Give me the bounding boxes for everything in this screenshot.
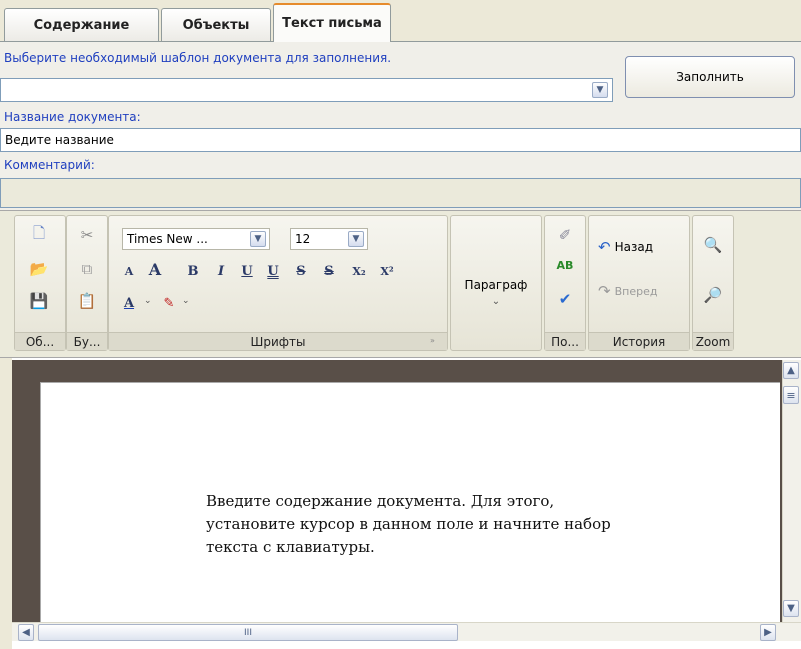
eraser-icon[interactable]: ✐ (554, 224, 576, 246)
scroll-up-icon[interactable]: ▲ (783, 362, 799, 379)
paragraph-label: Параграф (464, 278, 528, 292)
editor-left-margin (0, 358, 12, 649)
underline-icon[interactable]: U (236, 260, 258, 282)
group-label: По... (545, 332, 585, 350)
chevron-down-icon[interactable]: ⌄ (182, 296, 190, 306)
ribbon-group-paragraph[interactable]: Параграф ⌄ (450, 215, 542, 351)
save-icon[interactable]: 💾 (28, 290, 50, 312)
cut-icon[interactable]: ✂ (76, 224, 98, 246)
zoom-out-icon[interactable]: 🔍 (702, 234, 724, 256)
template-label: Выберите необходимый шаблон документа дл… (4, 51, 392, 65)
superscript-icon[interactable]: X² (376, 260, 398, 282)
chevron-down-icon[interactable]: ⌄ (144, 296, 152, 306)
tab-contents[interactable]: Содержание (4, 8, 159, 41)
group-label: Бу... (67, 332, 107, 350)
undo-button[interactable]: ↶ Назад (598, 238, 653, 256)
bold-icon[interactable]: B (182, 260, 204, 282)
tab-label: Текст письма (282, 16, 382, 31)
scroll-thumb[interactable]: III (38, 624, 458, 641)
group-label: Шрифты (109, 332, 447, 350)
double-strikethrough-icon[interactable]: S (318, 260, 340, 282)
template-select[interactable] (0, 78, 613, 102)
scroll-grip: III (244, 627, 252, 638)
text-line: Введите содержание документа. Для этого, (206, 492, 555, 510)
copy-icon[interactable]: ⧉ (76, 258, 98, 280)
chevron-down-icon[interactable]: ▼ (592, 82, 608, 98)
undo-icon: ↶ (598, 238, 611, 256)
comment-field[interactable] (0, 178, 801, 208)
chevron-down-icon: ⌄ (491, 296, 501, 307)
doc-name-field[interactable]: Ведите название (0, 128, 801, 152)
font-name-value: Times New ... (127, 232, 208, 246)
text-line: текста с клавиатуры. (206, 538, 375, 556)
font-name-select[interactable]: Times New ... (122, 228, 270, 250)
doc-name-value: Ведите название (5, 133, 114, 147)
group-label: Об... (15, 332, 65, 350)
text-line: установите курсор в данном поле и начнит… (206, 515, 611, 533)
font-shrink-icon[interactable]: A (118, 260, 140, 282)
chevron-down-icon[interactable]: ▼ (250, 231, 266, 247)
undo-label: Назад (614, 240, 653, 254)
scroll-left-icon[interactable]: ◀ (18, 624, 34, 641)
spellcheck-icon[interactable]: ✔ (554, 288, 576, 310)
redo-icon: ↷ (598, 282, 611, 300)
chevron-down-icon[interactable]: ▼ (348, 231, 364, 247)
fill-button-label: Заполнить (676, 70, 744, 84)
group-label: История (589, 332, 689, 350)
replace-icon[interactable]: AB (554, 254, 576, 276)
double-underline-icon[interactable]: U (262, 260, 284, 282)
redo-button[interactable]: ↷ Вперед (598, 282, 657, 300)
fill-button[interactable]: Заполнить (625, 56, 795, 98)
new-document-icon[interactable]: 🗋 (28, 224, 50, 246)
tab-letter-text[interactable]: Текст письма (273, 3, 391, 42)
doc-name-label: Название документа: (4, 110, 141, 124)
tab-label: Содержание (33, 17, 130, 33)
group-label: Zoom (693, 332, 733, 350)
font-grow-icon[interactable]: A (144, 258, 166, 280)
font-color-icon[interactable]: A (118, 292, 140, 314)
highlight-icon[interactable]: ✎ (158, 292, 180, 314)
font-size-value: 12 (295, 232, 311, 246)
scroll-down-icon[interactable]: ▼ (783, 600, 799, 617)
tab-label: Объекты (182, 17, 250, 33)
redo-label: Вперед (614, 284, 658, 298)
scroll-right-icon[interactable]: ▶ (760, 624, 776, 641)
expand-fonts-icon[interactable]: » (430, 336, 435, 345)
comment-label: Комментарий: (4, 158, 95, 172)
open-folder-icon[interactable]: 📂 (28, 258, 50, 280)
italic-icon[interactable]: I (210, 260, 232, 282)
strikethrough-icon[interactable]: S (290, 260, 312, 282)
scroll-thumb-icon[interactable]: ≡ (783, 386, 799, 404)
zoom-in-icon[interactable]: 🔎 (702, 284, 724, 306)
tab-objects[interactable]: Объекты (161, 8, 271, 41)
document-placeholder-text[interactable]: Введите содержание документа. Для этого,… (206, 490, 766, 559)
subscript-icon[interactable]: X₂ (348, 260, 370, 282)
paste-icon[interactable]: 📋 (76, 290, 98, 312)
